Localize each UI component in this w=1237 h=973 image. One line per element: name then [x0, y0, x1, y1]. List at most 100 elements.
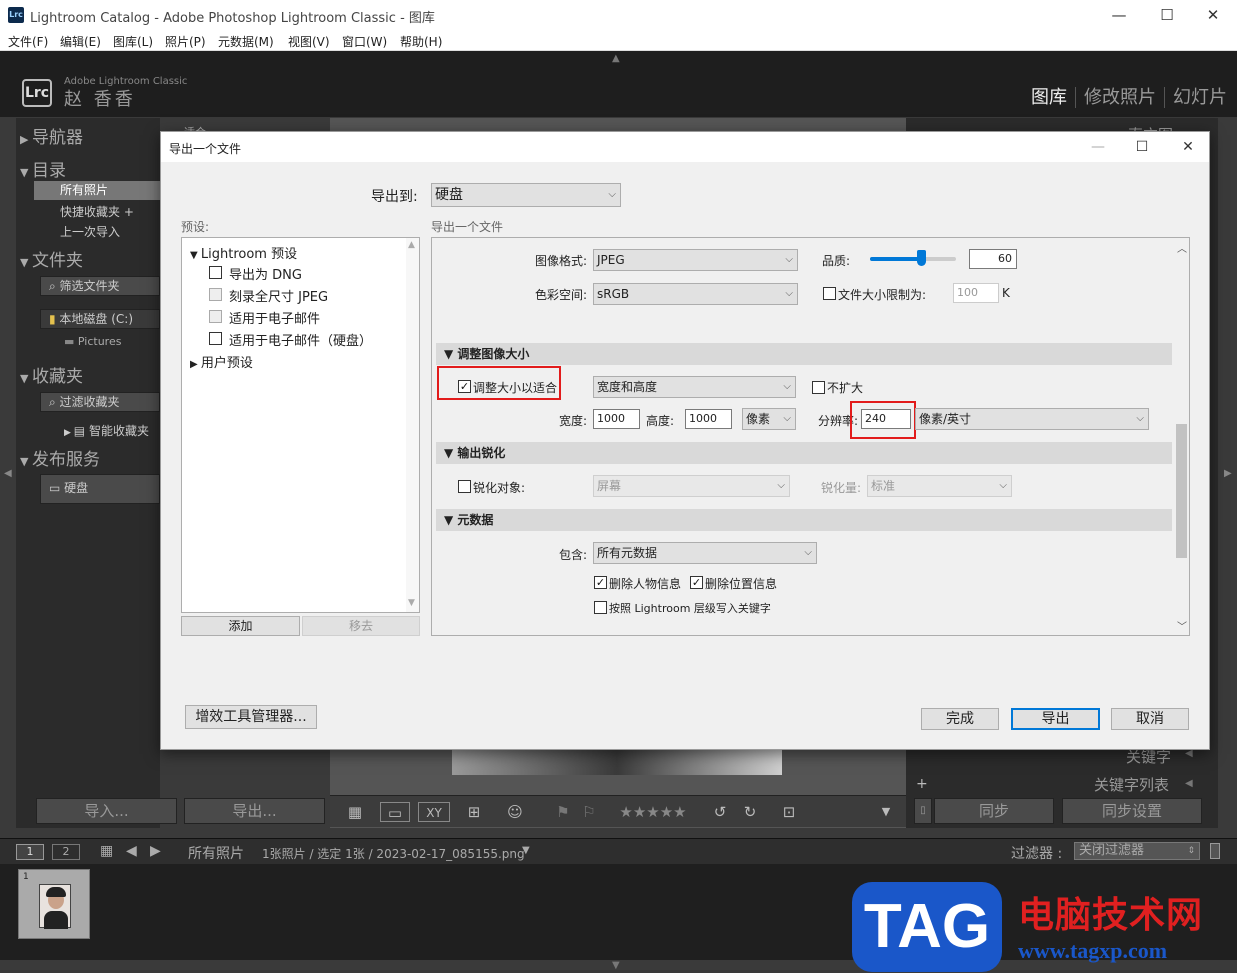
dialog-close-button[interactable]: ✕	[1173, 136, 1203, 158]
people-view-icon[interactable]: ☺	[500, 802, 530, 822]
scrollbar-thumb[interactable]	[1176, 424, 1187, 558]
preset-checkbox-jpeg[interactable]	[209, 288, 222, 301]
grid-shortcut-icon[interactable]: ▦	[100, 843, 113, 859]
crop-overlay-icon[interactable]: ⊡	[776, 802, 802, 822]
menu-window[interactable]: 窗口(W)	[342, 33, 387, 50]
collapse-top-arrow-icon[interactable]: ▲	[612, 53, 620, 64]
module-library[interactable]: 图库	[1023, 87, 1075, 108]
remove-person-checkbox[interactable]: ✓	[594, 576, 607, 589]
plugin-manager-button[interactable]: 增效工具管理器...	[185, 705, 317, 729]
flag-reject-icon[interactable]: ⚐	[578, 802, 600, 822]
catalog-all-photos[interactable]: 所有照片	[34, 181, 160, 200]
panel-keyword-list-header[interactable]: 关键字列表	[1094, 774, 1169, 795]
scroll-down-icon[interactable]: ﹀	[1177, 618, 1187, 633]
remove-location-checkbox[interactable]: ✓	[690, 576, 703, 589]
dont-enlarge-checkbox[interactable]	[812, 381, 825, 394]
image-format-select[interactable]: JPEG ⌵	[593, 249, 798, 271]
panel-folders-header[interactable]: ▼ 文件夹	[20, 246, 83, 271]
sync-settings-button[interactable]: 同步设置	[1062, 798, 1202, 824]
secondary-window-button[interactable]: 2	[52, 844, 80, 860]
limit-size-input[interactable]: 100	[953, 283, 999, 303]
include-metadata-select[interactable]: 所有元数据 ⌵	[593, 542, 817, 564]
dialog-minimize-button[interactable]: —	[1083, 136, 1113, 158]
filter-folders-box[interactable]: ⌕ 筛选文件夹	[40, 276, 160, 296]
survey-view-icon[interactable]: ⊞	[458, 802, 490, 822]
menu-file[interactable]: 文件(F)	[8, 33, 48, 50]
sync-button[interactable]: 同步	[934, 798, 1054, 824]
resolution-input[interactable]: 240	[861, 409, 911, 429]
folder-pictures[interactable]: ▬ Pictures	[64, 335, 121, 348]
presets-scrollbar[interactable]: ▲ ▼	[406, 238, 419, 612]
preset-checkbox-email-disk[interactable]	[209, 332, 222, 345]
remove-preset-button[interactable]: 移去	[302, 616, 420, 636]
filmstrip-thumbnail[interactable]: 1	[18, 869, 90, 939]
minimize-button[interactable]: —	[1104, 4, 1134, 26]
rotate-left-icon[interactable]: ↺	[708, 802, 732, 822]
flag-pick-icon[interactable]: ⚑	[552, 802, 574, 822]
section-resize[interactable]: ▼ 调整图像大小	[436, 343, 1172, 365]
add-keyword-icon[interactable]: +	[916, 776, 928, 792]
panel-publish-header[interactable]: ▼ 发布服务	[20, 445, 100, 470]
sharpen-checkbox[interactable]	[458, 480, 471, 493]
done-button[interactable]: 完成	[921, 708, 999, 730]
quality-slider-thumb[interactable]	[917, 250, 927, 266]
module-develop[interactable]: 修改照片	[1075, 87, 1164, 108]
panel-navigator-header[interactable]: ▶ 导航器	[20, 123, 83, 148]
preset-burn-jpeg[interactable]: 刻录全尺寸 JPEG	[229, 286, 328, 305]
menu-photo[interactable]: 照片(P)	[165, 33, 206, 50]
quality-slider-track[interactable]	[870, 250, 956, 266]
export-to-select[interactable]: 硬盘 ⌵	[431, 183, 621, 207]
filmstrip-source[interactable]: 所有照片	[188, 843, 244, 863]
section-metadata[interactable]: ▼ 元数据	[436, 509, 1172, 531]
scroll-up-icon[interactable]: ︿	[1177, 240, 1187, 255]
filter-preset-select[interactable]: 关闭过滤器 ⇕	[1074, 842, 1200, 860]
catalog-quick-collection[interactable]: 快捷收藏夹 +	[34, 203, 160, 220]
menu-library[interactable]: 图库(L)	[113, 33, 153, 50]
catalog-previous-import[interactable]: 上一次导入	[34, 223, 160, 240]
smart-collections-item[interactable]: ▶ ▤ 智能收藏夹	[64, 422, 160, 439]
rotate-right-icon[interactable]: ↻	[738, 802, 762, 822]
publish-hard-drive[interactable]: ▭ 硬盘	[40, 474, 160, 504]
limit-size-checkbox[interactable]	[823, 287, 836, 300]
collapse-left-arrow-icon[interactable]: ◀	[4, 468, 12, 479]
import-button[interactable]: 导入...	[36, 798, 177, 824]
size-unit-select[interactable]: 像素 ⌵	[742, 408, 796, 430]
quality-input[interactable]: 60	[969, 249, 1017, 269]
panel-collections-header[interactable]: ▼ 收藏夹	[20, 362, 83, 387]
volume-local-disk[interactable]: ▮ 本地磁盘 (C:)	[40, 309, 160, 329]
star-rating-icon[interactable]: ★★★★★	[610, 802, 696, 822]
grid-view-icon[interactable]: ▦	[340, 802, 370, 822]
resolution-unit-select[interactable]: 像素/英寸 ⌵	[915, 408, 1149, 430]
dialog-maximize-button[interactable]: ☐	[1127, 136, 1157, 158]
preset-folder-lightroom[interactable]: ▼ Lightroom 预设	[190, 243, 297, 262]
hierarchy-keywords-checkbox[interactable]	[594, 601, 607, 614]
toolbar-menu-chevron-icon[interactable]: ▼	[876, 802, 896, 822]
menu-help[interactable]: 帮助(H)	[400, 33, 442, 50]
close-window-button[interactable]: ✕	[1198, 4, 1228, 26]
color-space-select[interactable]: sRGB ⌵	[593, 283, 798, 305]
scroll-down-icon[interactable]: ▼	[408, 598, 415, 608]
main-window-button[interactable]: 1	[16, 844, 44, 860]
filter-lock-icon[interactable]	[1210, 843, 1220, 859]
resize-to-fit-checkbox[interactable]: ✓	[458, 380, 471, 393]
menu-edit[interactable]: 编辑(E)	[60, 33, 101, 50]
preset-folder-user[interactable]: ▶ 用户预设	[190, 352, 253, 371]
sharpen-amount-select[interactable]: 标准 ⌵	[867, 475, 1012, 497]
filter-collections-box[interactable]: ⌕ 过滤收藏夹	[40, 392, 160, 412]
sharpen-for-select[interactable]: 屏幕 ⌵	[593, 475, 790, 497]
maximize-button[interactable]: ☐	[1152, 4, 1182, 26]
settings-scrollbar[interactable]: ︿ ﹀	[1174, 238, 1189, 635]
compare-view-icon[interactable]: XY	[418, 802, 450, 822]
back-arrow-icon[interactable]: ◀	[126, 843, 137, 859]
dialog-export-button[interactable]: 导出	[1011, 708, 1100, 730]
height-input[interactable]: 1000	[685, 409, 732, 429]
scroll-up-icon[interactable]: ▲	[408, 240, 415, 250]
preset-email-disk[interactable]: 适用于电子邮件（硬盘）	[229, 330, 372, 349]
forward-arrow-icon[interactable]: ▶	[150, 843, 161, 859]
menu-view[interactable]: 视图(V)	[288, 33, 330, 50]
sync-toggle-switch[interactable]: ▯	[914, 798, 932, 824]
resize-mode-select[interactable]: 宽度和高度 ⌵	[593, 376, 796, 398]
preset-email[interactable]: 适用于电子邮件	[229, 308, 320, 327]
preset-checkbox-email[interactable]	[209, 310, 222, 323]
filmstrip-info[interactable]: 1张照片 / 选定 1张 / 2023-02-17_085155.png	[262, 845, 525, 862]
